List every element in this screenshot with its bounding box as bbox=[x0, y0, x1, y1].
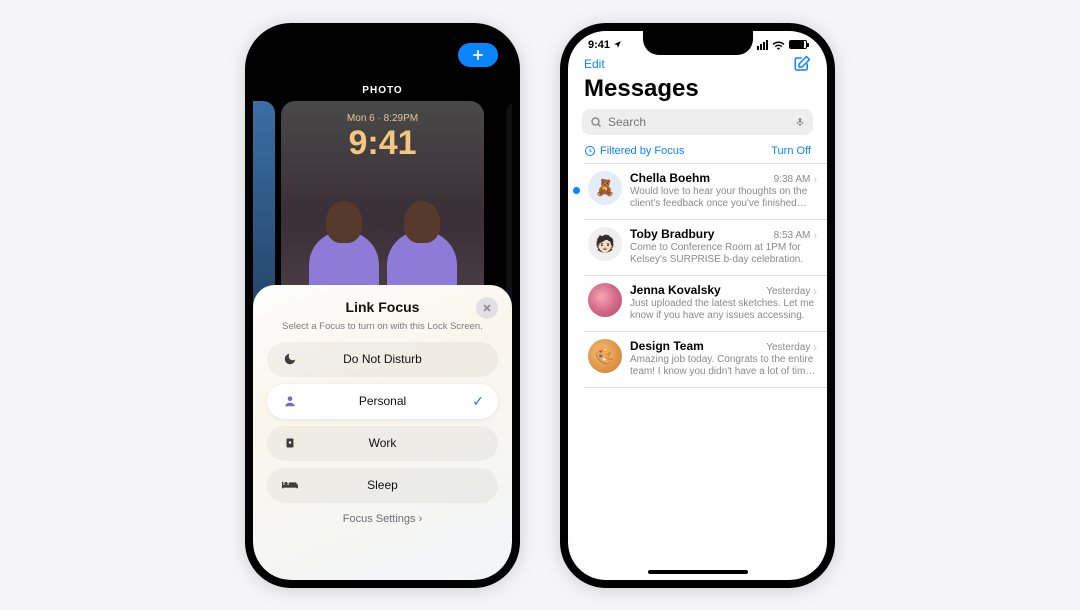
bed-icon bbox=[281, 478, 299, 492]
thread-name: Chella Boehm bbox=[630, 171, 710, 185]
close-sheet-button[interactable] bbox=[476, 297, 498, 319]
location-icon bbox=[613, 40, 622, 49]
battery-icon bbox=[789, 40, 807, 49]
person-icon bbox=[281, 394, 299, 408]
home-indicator[interactable] bbox=[648, 570, 748, 574]
search-icon bbox=[590, 116, 602, 128]
thread-preview: Just uploaded the latest sketches. Let m… bbox=[630, 298, 817, 323]
thread-preview: Amazing job today. Congrats to the entir… bbox=[630, 354, 817, 379]
signal-icon bbox=[757, 40, 768, 50]
mic-icon[interactable] bbox=[795, 115, 805, 129]
avatar: 🎨 bbox=[588, 339, 622, 373]
chevron-right-icon: › bbox=[813, 230, 817, 242]
badge-icon bbox=[281, 436, 299, 450]
add-lockscreen-button[interactable] bbox=[458, 43, 498, 67]
phone-messages: 9:41 Edit Messages Filtered by Focu bbox=[560, 23, 835, 588]
focus-option-work[interactable]: Work bbox=[267, 426, 498, 461]
thread-preview: Would love to hear your thoughts on the … bbox=[630, 186, 817, 211]
thread-time: Yesterday› bbox=[766, 342, 817, 354]
focus-option-label: Personal bbox=[299, 394, 466, 408]
thread-name: Design Team bbox=[630, 339, 704, 353]
focus-settings-link[interactable]: Focus Settings › bbox=[267, 513, 498, 525]
link-focus-sheet: Link Focus Select a Focus to turn on wit… bbox=[253, 285, 512, 580]
focus-option-label: Do Not Disturb bbox=[299, 352, 466, 366]
phone-lockscreen-editor: PHOTO Mon 6 · 8:29PM 9:41 Link Focus Sel… bbox=[245, 23, 520, 588]
compose-icon bbox=[793, 55, 811, 73]
screen: PHOTO Mon 6 · 8:29PM 9:41 Link Focus Sel… bbox=[253, 31, 512, 580]
sheet-title: Link Focus bbox=[346, 299, 420, 315]
notch bbox=[643, 31, 753, 55]
focus-filter-icon bbox=[584, 145, 596, 157]
focus-option-personal[interactable]: Personal ✓ bbox=[267, 384, 498, 419]
page-title: Messages bbox=[568, 73, 827, 109]
avatar: 🧸 bbox=[588, 171, 622, 205]
edit-button[interactable]: Edit bbox=[584, 57, 605, 71]
close-icon bbox=[482, 303, 492, 313]
unread-indicator bbox=[572, 171, 580, 211]
thread-row[interactable]: 🎨 Design Team Yesterday› Amazing job toda… bbox=[568, 331, 827, 387]
focus-filter-bar: Filtered by Focus Turn Off bbox=[568, 135, 827, 163]
checkmark-icon: ✓ bbox=[466, 393, 484, 410]
compose-button[interactable] bbox=[793, 55, 811, 73]
thread-name: Toby Bradbury bbox=[630, 227, 714, 241]
thread-time: Yesterday› bbox=[766, 286, 817, 298]
chevron-right-icon: › bbox=[813, 286, 817, 298]
screen: 9:41 Edit Messages Filtered by Focu bbox=[568, 31, 827, 580]
statusbar-time: 9:41 bbox=[588, 39, 610, 51]
search-field[interactable] bbox=[582, 109, 813, 135]
chevron-right-icon: › bbox=[813, 342, 817, 354]
thread-row[interactable]: Jenna Kovalsky Yesterday› Just uploaded t… bbox=[568, 275, 827, 331]
search-input[interactable] bbox=[608, 115, 789, 129]
focus-filter-turnoff[interactable]: Turn Off bbox=[771, 145, 811, 157]
thread-preview: Come to Conference Room at 1PM for Kelse… bbox=[630, 242, 817, 267]
lockscreen-date: Mon 6 · 8:29PM bbox=[281, 113, 484, 124]
chevron-right-icon: › bbox=[813, 174, 817, 186]
focus-filter-label: Filtered by Focus bbox=[600, 145, 684, 157]
focus-option-sleep[interactable]: Sleep bbox=[267, 468, 498, 503]
thread-name: Jenna Kovalsky bbox=[630, 283, 721, 297]
thread-time: 8:53 AM› bbox=[774, 230, 817, 242]
thread-time: 9:38 AM› bbox=[774, 174, 817, 186]
lockscreen-time: 9:41 bbox=[281, 126, 484, 160]
sheet-subtitle: Select a Focus to turn on with this Lock… bbox=[267, 321, 498, 332]
thread-row[interactable]: 🧸 Chella Boehm 9:38 AM› Would love to hea… bbox=[568, 163, 827, 219]
avatar: 🧑🏻 bbox=[588, 227, 622, 261]
focus-option-dnd[interactable]: Do Not Disturb bbox=[267, 342, 498, 377]
focus-option-label: Work bbox=[299, 436, 466, 450]
avatar bbox=[588, 283, 622, 317]
plus-icon bbox=[471, 48, 485, 62]
moon-icon bbox=[281, 352, 299, 366]
thread-row[interactable]: 🧑🏻 Toby Bradbury 8:53 AM› Come to Confere… bbox=[568, 219, 827, 275]
focus-option-label: Sleep bbox=[299, 478, 466, 492]
chevron-right-icon: › bbox=[419, 513, 423, 525]
wallpaper-type-label: PHOTO bbox=[253, 85, 512, 96]
wifi-icon bbox=[772, 40, 785, 50]
focus-list: Do Not Disturb Personal ✓ Work Sleep bbox=[267, 342, 498, 503]
